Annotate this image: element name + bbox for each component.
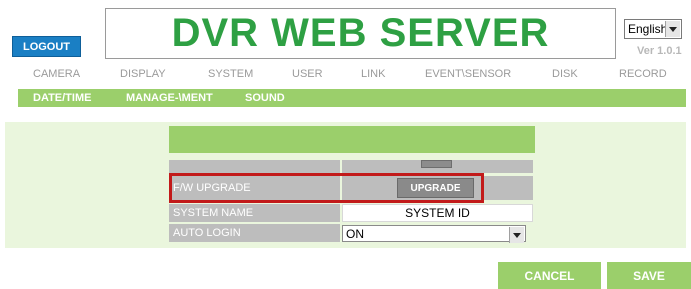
title-banner: DVR WEB SERVER [105, 8, 616, 59]
language-select[interactable]: English [624, 19, 682, 39]
sub-nav: DATE/TIME MANAGE-\MENT SOUND [18, 89, 686, 107]
form-row-fw-upgrade: F/W UPGRADE UPGRADE [169, 176, 533, 200]
fw-upgrade-label: F/W UPGRADE [169, 176, 340, 200]
subnav-sound[interactable]: SOUND [245, 92, 285, 104]
empty-label-cell [169, 160, 340, 173]
auto-login-label: AUTO LOGIN [169, 224, 340, 242]
nav-camera[interactable]: CAMERA [33, 68, 80, 80]
subnav-management[interactable]: MANAGE-\MENT [126, 92, 213, 104]
form-row-system-name: SYSTEM NAME SYSTEM ID [169, 204, 533, 222]
main-nav: CAMERA DISPLAY SYSTEM USER LINK EVENT\SE… [0, 68, 691, 84]
upgrade-button[interactable]: UPGRADE [397, 178, 474, 198]
form-header [169, 126, 535, 153]
auto-login-select[interactable]: ON [342, 225, 526, 243]
language-select-value: English [628, 22, 668, 36]
nav-link[interactable]: LINK [361, 68, 385, 80]
nav-display[interactable]: DISPLAY [120, 68, 166, 80]
hidden-button[interactable] [421, 160, 452, 168]
form-row-auto-login: AUTO LOGIN ON [169, 224, 533, 243]
chevron-down-icon[interactable] [665, 21, 680, 37]
form-row-empty [169, 160, 533, 173]
nav-record[interactable]: RECORD [619, 68, 667, 80]
save-button[interactable]: SAVE [607, 262, 691, 289]
nav-disk[interactable]: DISK [552, 68, 578, 80]
nav-system[interactable]: SYSTEM [208, 68, 253, 80]
page-title: DVR WEB SERVER [171, 11, 550, 55]
subnav-date-time[interactable]: DATE/TIME [33, 92, 91, 104]
cancel-button[interactable]: CANCEL [498, 262, 601, 289]
nav-user[interactable]: USER [292, 68, 323, 80]
chevron-down-icon[interactable] [509, 227, 524, 243]
system-name-label: SYSTEM NAME [169, 204, 340, 222]
logout-button[interactable]: LOGOUT [12, 36, 81, 57]
version-label: Ver 1.0.1 [637, 45, 682, 57]
system-name-input[interactable]: SYSTEM ID [342, 204, 533, 222]
nav-event-sensor[interactable]: EVENT\SENSOR [425, 68, 511, 80]
auto-login-value: ON [346, 226, 364, 241]
